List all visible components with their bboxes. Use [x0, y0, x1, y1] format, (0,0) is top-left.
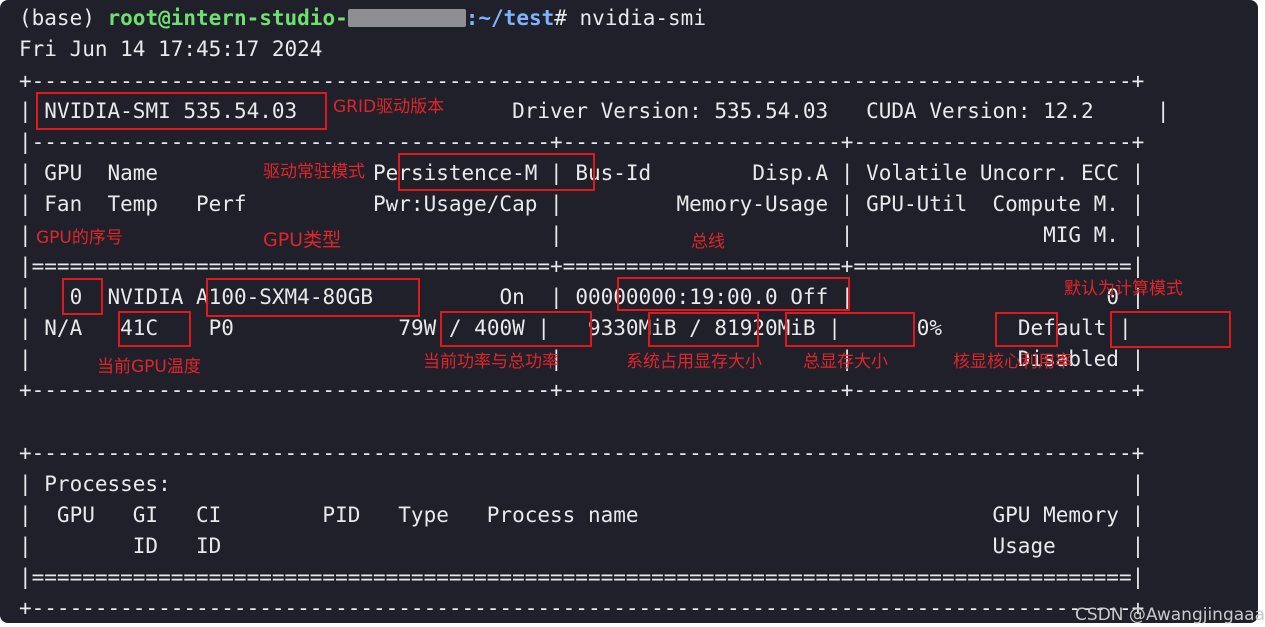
gpu-util: 0%	[916, 316, 943, 340]
processes-border-top: +---------------------------------------…	[19, 441, 1145, 465]
highlight-compute-mode	[1110, 311, 1231, 348]
highlight-gpu-index	[62, 278, 103, 315]
prompt-path: ~/test	[478, 6, 555, 30]
column-header-row-2: | Fan Temp Perf Pwr:Usage/Cap | Memory-U…	[19, 192, 1145, 216]
processes-columns-1: | GPU GI CI PID Type Process name GPU Me…	[19, 503, 1145, 527]
conda-env: (base)	[19, 6, 108, 30]
highlight-temp	[118, 311, 191, 347]
prompt-user-host: root@intern-studio-	[107, 6, 348, 30]
highlight-util	[995, 312, 1058, 347]
terminal-window[interactable]: (base) root@intern-studio-:~/test# nvidi…	[0, 0, 1258, 623]
col-bus-disp-ecc: | Bus-Id Disp.A | Volatile Uncorr. ECC |	[537, 161, 1145, 185]
processes-border-bottom: +---------------------------------------…	[19, 596, 1145, 620]
highlight-mem-used	[648, 312, 759, 347]
highlight-bus-id	[617, 277, 850, 311]
annotation-compute-mode: 默认为计算模式	[1064, 279, 1183, 299]
highlight-persistence	[398, 153, 595, 191]
annotation-grid-driver: GRID驱动版本	[333, 97, 445, 117]
watermark: CSDN @Awangjingaaa	[1075, 605, 1265, 625]
processes-columns-2: | ID ID Usage |	[19, 534, 1145, 558]
double-separator: |=======================================…	[19, 254, 1145, 278]
command-text: # nvidia-smi	[554, 6, 706, 30]
perf-value: P0	[158, 316, 399, 340]
column-header-row-3: | | | MIG M. |	[19, 223, 1145, 247]
highlight-mem-total	[785, 312, 915, 347]
annotation-power: 当前功率与总功率	[423, 352, 559, 372]
date-line: Fri Jun 14 17:45:17 2024	[19, 37, 323, 61]
prompt-sep: :	[465, 6, 479, 30]
gpu-row-1: | 0 NVIDIA A100-SXM4-80GB On | 00000000:…	[19, 282, 1144, 312]
annotation-temp: 当前GPU温度	[97, 357, 201, 377]
fan-value: | N/A	[19, 316, 121, 340]
annotation-persistence: 驱动常驻模式	[263, 162, 365, 182]
processes-double-separator: |=======================================…	[19, 565, 1145, 589]
annotation-util: 核显核心利用率	[953, 352, 1072, 372]
masked-hostname	[347, 9, 466, 27]
processes-title: | Processes: |	[19, 472, 1145, 496]
annotation-bus: 总线	[691, 232, 725, 252]
annotation-mem-used: 系统占用显存大小	[626, 352, 762, 372]
highlight-gpu-model	[206, 278, 420, 317]
annotation-gpu-index: GPU的序号	[36, 228, 123, 248]
highlight-power	[440, 311, 592, 347]
highlight-smi-version	[36, 92, 327, 130]
shell-prompt-line: (base) root@intern-studio-:~/test# nvidi…	[19, 3, 706, 33]
annotation-gpu-type: GPU类型	[263, 229, 342, 251]
annotation-mem-total: 总显存大小	[803, 352, 888, 372]
table-border-bottom: +---------------------------------------…	[19, 378, 1145, 402]
